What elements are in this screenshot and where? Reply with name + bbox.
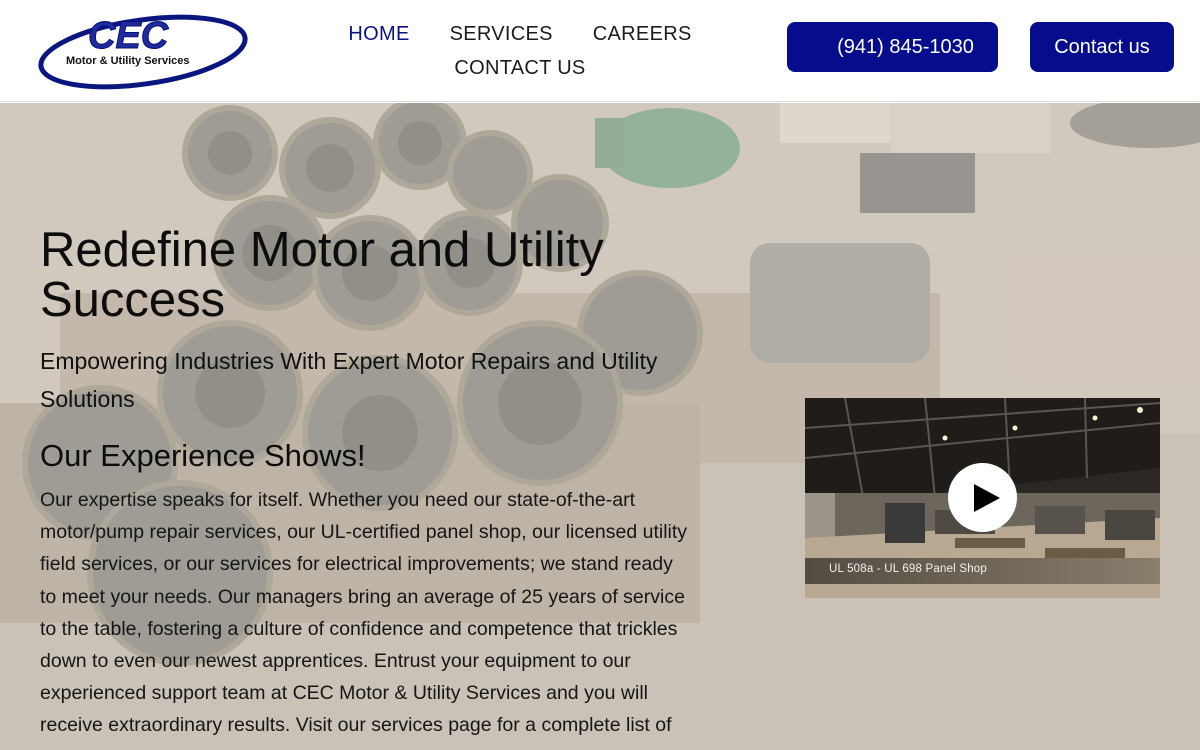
phone-button-label: (941) 845-1030 — [837, 35, 974, 58]
contact-us-button-label: Contact us — [1054, 35, 1150, 58]
experience-body-text: Our expertise speaks for itself. Whether… — [40, 489, 688, 750]
company-logo[interactable]: CEC Motor & Utility Services — [38, 12, 252, 90]
nav-item-home[interactable]: HOME — [348, 20, 409, 48]
logo-letters: CEC — [88, 15, 169, 57]
phone-button[interactable]: (941) 845-1030 — [787, 22, 998, 72]
contact-us-button[interactable]: Contact us — [1030, 22, 1174, 72]
panel-shop-video[interactable]: UL 508a - UL 698 Panel Shop — [805, 398, 1160, 598]
hero-title: Redefine Motor and Utility Success — [40, 223, 604, 327]
play-button[interactable] — [948, 463, 1017, 532]
video-caption: UL 508a - UL 698 Panel Shop — [829, 563, 987, 575]
experience-heading: Our Experience Shows! — [40, 438, 366, 473]
nav-item-careers[interactable]: CAREERS — [593, 20, 692, 48]
play-icon — [973, 483, 1000, 512]
logo-graphic: CEC Motor & Utility Services — [38, 15, 248, 90]
nav-item-contact-us[interactable]: CONTACT US — [454, 54, 585, 82]
nav-item-services[interactable]: SERVICES — [450, 20, 553, 48]
site-header: CEC Motor & Utility Services HOME SERVIC… — [0, 0, 1200, 102]
hero-subtitle: Empowering Industries With Expert Motor … — [40, 348, 658, 412]
logo-tagline: Motor & Utility Services — [66, 55, 189, 67]
main-nav: HOME SERVICES CAREERS CONTACT US — [330, 20, 710, 82]
